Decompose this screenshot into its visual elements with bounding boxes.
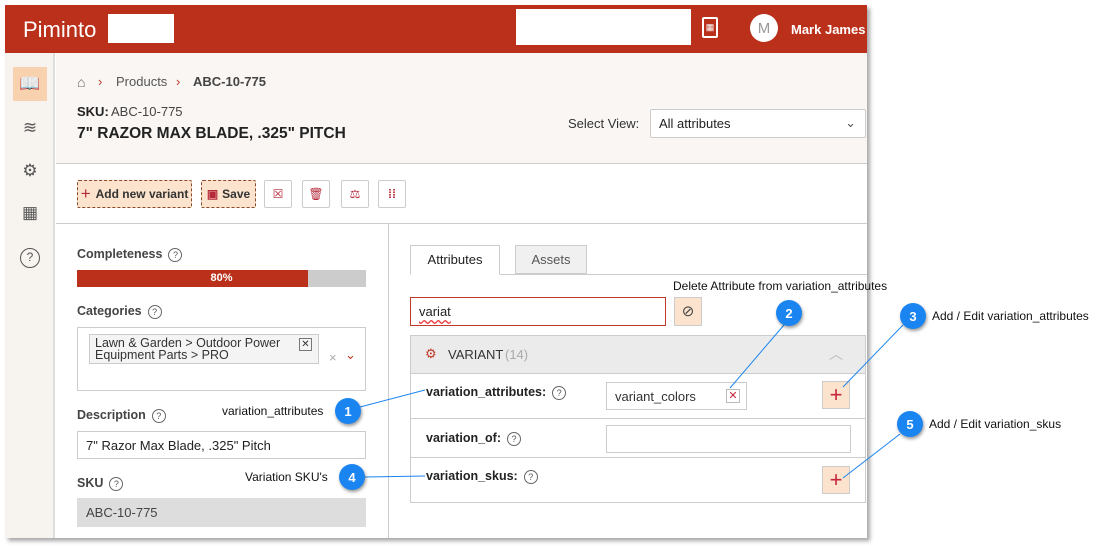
callout-text-4: Variation SKU's xyxy=(245,470,328,484)
callout-line-3 xyxy=(842,324,904,388)
callout-text-2: Delete Attribute from variation_attribut… xyxy=(673,279,888,293)
callout-4: 4 xyxy=(339,464,365,490)
callout-5: 5 xyxy=(897,411,923,437)
callout-line-4 xyxy=(364,475,426,478)
callout-line-2 xyxy=(729,324,785,389)
callout-3: 3 xyxy=(900,303,926,329)
callout-1: 1 xyxy=(335,398,361,424)
callout-line-1 xyxy=(359,389,426,408)
callout-text-1: variation_attributes xyxy=(222,404,324,418)
callout-text-3: Add / Edit variation_attributes xyxy=(932,309,1089,323)
callout-lines xyxy=(359,324,904,479)
callout-2: 2 xyxy=(776,300,802,326)
callout-text-5: Add / Edit variation_skus xyxy=(929,417,1062,431)
callout-line-5 xyxy=(842,433,901,479)
